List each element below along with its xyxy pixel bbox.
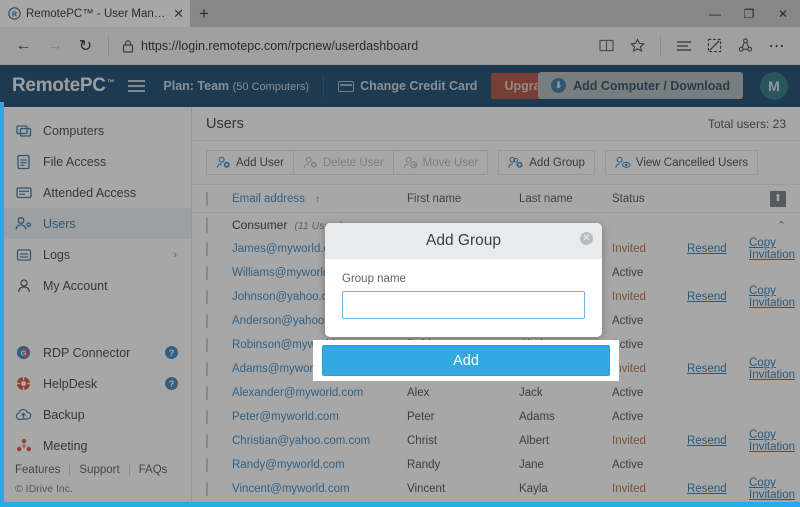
- bottom-accent-strip: [0, 502, 800, 507]
- modal-header: Add Group ✕: [325, 223, 602, 259]
- group-name-label: Group name: [342, 273, 585, 285]
- modal-footer: Add: [313, 340, 619, 381]
- add-group-modal: Add Group ✕ Group name: [325, 223, 602, 337]
- modal-close-icon[interactable]: ✕: [580, 232, 593, 245]
- app-root: R RemotePC™ - User Management ✕ + — ❐ ✕ …: [0, 0, 800, 507]
- group-name-input[interactable]: [342, 291, 585, 319]
- add-group-submit-button[interactable]: Add: [322, 345, 610, 376]
- left-accent-strip: [0, 102, 4, 502]
- modal-title: Add Group: [426, 232, 501, 250]
- modal-body: Group name: [325, 259, 602, 337]
